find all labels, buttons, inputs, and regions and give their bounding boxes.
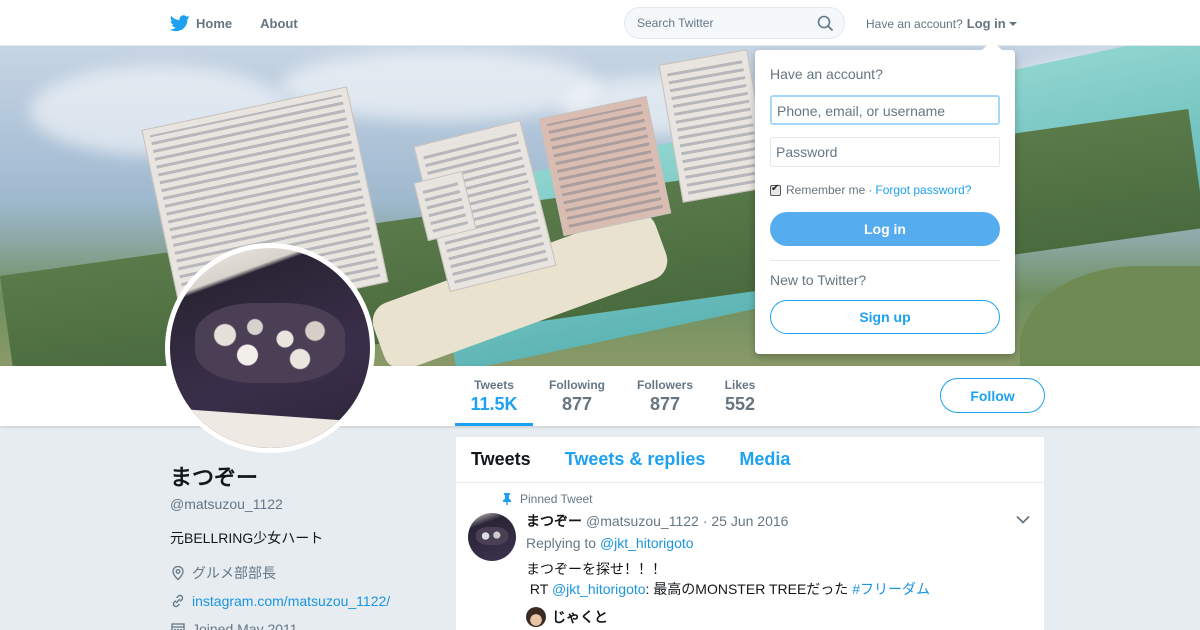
login-heading: Have an account? bbox=[770, 66, 883, 82]
login-dropdown-toggle[interactable]: Log in bbox=[967, 16, 1017, 31]
stat-tweets[interactable]: Tweets 11.5K bbox=[470, 378, 518, 415]
profile-sidebar: まつぞー @matsuzou_1122 元BELLRING少女ハート グルメ部部… bbox=[170, 460, 440, 630]
pin-icon bbox=[503, 493, 511, 505]
stat-value: 877 bbox=[649, 394, 681, 414]
timeline: Tweets Tweets & replies Media Pinned Twe… bbox=[456, 437, 1044, 630]
stat-label: Likes bbox=[724, 378, 756, 392]
stat-value: 552 bbox=[724, 394, 756, 414]
tweet-text: まつぞーを探せ！！！ RT @jkt_hitorigoto: 最高のMONSTE… bbox=[526, 559, 930, 599]
calendar-icon bbox=[171, 623, 185, 630]
rt-handle-link[interactable]: @jkt_hitorigoto bbox=[552, 581, 646, 597]
active-stat-underline bbox=[455, 423, 533, 426]
pinned-tweet-label: Pinned Tweet bbox=[502, 492, 593, 506]
chevron-down-icon[interactable] bbox=[1016, 515, 1030, 524]
new-to-twitter-text: New to Twitter? bbox=[770, 272, 867, 288]
login-dropdown: Have an account? Phone, email, or userna… bbox=[755, 40, 1015, 354]
separator-dot: · bbox=[868, 183, 873, 197]
profile-joined: Joined May 2011 bbox=[170, 620, 440, 630]
twitter-bird-icon bbox=[170, 14, 190, 31]
tweet-author-handle[interactable]: @matsuzou_1122 bbox=[586, 513, 699, 529]
search-icon[interactable] bbox=[817, 15, 834, 32]
timeline-tabs: Tweets Tweets & replies Media bbox=[456, 437, 1044, 483]
hashtag-link[interactable]: #フリーダム bbox=[852, 581, 930, 597]
joined-text: Joined May 2011 bbox=[192, 621, 298, 630]
pinned-text: Pinned Tweet bbox=[520, 492, 593, 506]
stat-following[interactable]: Following 877 bbox=[548, 378, 606, 415]
login-button[interactable]: Log in bbox=[770, 212, 1000, 246]
tab-media[interactable]: Media bbox=[739, 449, 790, 470]
search-input[interactable]: Search Twitter bbox=[637, 16, 713, 30]
search-box[interactable]: Search Twitter bbox=[624, 7, 845, 39]
forgot-password-link[interactable]: Forgot password? bbox=[875, 183, 971, 197]
rt-prefix: RT bbox=[529, 581, 549, 597]
tab-tweets[interactable]: Tweets bbox=[471, 449, 531, 470]
username-field[interactable]: Phone, email, or username bbox=[770, 95, 1000, 125]
stat-value: 877 bbox=[561, 394, 593, 414]
location-pin-icon bbox=[172, 565, 184, 581]
nav-about[interactable]: About bbox=[260, 0, 298, 46]
login-link-label: Log in bbox=[966, 16, 1006, 31]
stat-likes[interactable]: Likes 552 bbox=[724, 378, 756, 415]
replying-prefix: Replying to bbox=[526, 535, 597, 551]
nav-home-label: Home bbox=[196, 15, 233, 31]
nav-about-label: About bbox=[260, 15, 298, 31]
caret-down-icon bbox=[1008, 21, 1017, 26]
nav-left: Home About bbox=[170, 0, 326, 46]
tweet-line-1: まつぞーを探せ！！！ bbox=[526, 561, 666, 577]
tweet-line-2: RT @jkt_hitorigoto: 最高のMONSTER TREEだった #… bbox=[526, 579, 930, 599]
stat-label: Tweets bbox=[474, 378, 514, 392]
remember-label: Remember me bbox=[786, 183, 866, 197]
signup-button[interactable]: Sign up bbox=[770, 300, 1000, 334]
tweet-date[interactable]: · 25 Jun 2016 bbox=[703, 513, 789, 529]
remember-checkbox[interactable] bbox=[770, 183, 781, 196]
profile-bio: 元BELLRING少女ハート bbox=[170, 530, 324, 546]
stat-label: Followers bbox=[636, 378, 693, 392]
tweet-header: まつぞー @matsuzou_1122 · 25 Jun 2016 bbox=[526, 511, 788, 531]
top-navigation: Home About Search Twitter Have an accoun… bbox=[0, 0, 1200, 46]
quoted-tweet-author[interactable]: じゃくと bbox=[526, 607, 608, 627]
stat-followers[interactable]: Followers 877 bbox=[636, 378, 694, 415]
stat-label: Following bbox=[549, 378, 605, 392]
quote-name: じゃくと bbox=[552, 609, 608, 625]
website-link[interactable]: instagram.com/matsuzou_1122/ bbox=[192, 593, 390, 609]
remember-row: Remember me · Forgot password? bbox=[770, 183, 971, 197]
have-account-text: Have an account? bbox=[866, 16, 963, 31]
follow-button[interactable]: Follow bbox=[940, 378, 1045, 413]
link-icon bbox=[172, 594, 184, 608]
avatar-photo bbox=[170, 248, 370, 448]
nav-home[interactable]: Home bbox=[170, 0, 232, 46]
replying-to: Replying to @jkt_hitorigoto bbox=[526, 535, 694, 551]
tweet-avatar[interactable] bbox=[468, 513, 516, 561]
display-name[interactable]: まつぞー bbox=[170, 460, 440, 492]
location-text: グルメ部部長 bbox=[192, 565, 276, 581]
profile-location: グルメ部部長 bbox=[170, 564, 440, 582]
quote-avatar bbox=[526, 607, 546, 627]
replying-to-link[interactable]: @jkt_hitorigoto bbox=[600, 535, 694, 551]
profile-website: instagram.com/matsuzou_1122/ bbox=[170, 592, 440, 610]
password-field[interactable]: Password bbox=[770, 137, 1000, 167]
login-prompt: Have an account? Log in bbox=[866, 16, 1017, 31]
dropdown-divider bbox=[770, 260, 1000, 261]
profile-handle[interactable]: @matsuzou_1122 bbox=[170, 496, 440, 512]
tab-tweets-replies[interactable]: Tweets & replies bbox=[565, 449, 706, 470]
tweet-author-name[interactable]: まつぞー bbox=[526, 511, 582, 531]
rt-text: : 最高のMONSTER TREEだった bbox=[645, 581, 849, 597]
stat-value: 11.5K bbox=[470, 394, 518, 414]
profile-avatar[interactable] bbox=[165, 243, 375, 453]
